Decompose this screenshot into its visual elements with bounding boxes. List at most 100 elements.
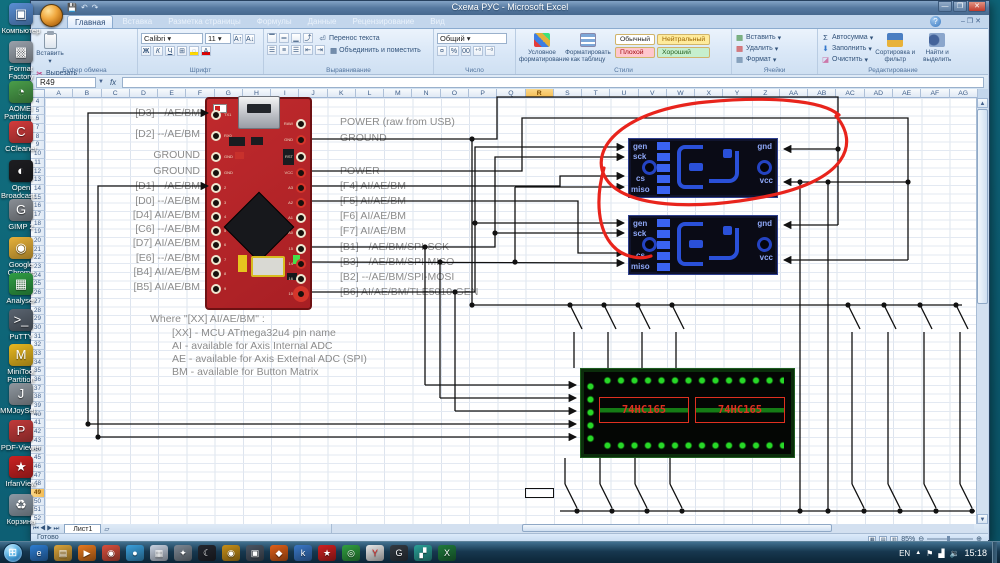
scroll-up-icon[interactable]: ▲: [977, 98, 988, 108]
taskbar-item-blue-k[interactable]: k: [294, 545, 312, 561]
cell-style-Хороший[interactable]: Хороший: [657, 47, 710, 58]
vertical-scroll-thumb[interactable]: [977, 109, 988, 304]
undo-icon[interactable]: ↶: [81, 3, 88, 12]
volume-icon[interactable]: 🔉: [950, 549, 960, 558]
tab-Вид[interactable]: Вид: [423, 15, 451, 28]
desktop-icon-analyser[interactable]: ▦Analyser: [0, 273, 42, 305]
align-center-icon[interactable]: ≡: [279, 45, 289, 55]
sort-filter-button[interactable]: Сортировка и фильтр: [873, 31, 917, 63]
font-color-button[interactable]: А: [201, 46, 211, 56]
column-header-M[interactable]: M: [384, 89, 412, 98]
tab-Вставка[interactable]: Вставка: [115, 15, 159, 28]
column-header-X[interactable]: X: [695, 89, 723, 98]
taskbar-item-yandex[interactable]: Y: [366, 545, 384, 561]
column-header-Y[interactable]: Y: [723, 89, 751, 98]
maximize-button[interactable]: ❐: [953, 1, 967, 12]
clear-button[interactable]: ◪Очистить ▾: [821, 55, 873, 64]
name-box[interactable]: R49: [36, 77, 96, 88]
taskbar-item-teal-tool[interactable]: ▞: [414, 545, 432, 561]
taskbar-item-gray-tool[interactable]: ✦: [174, 545, 192, 561]
zoom-slider[interactable]: [927, 538, 973, 540]
column-header-D[interactable]: D: [130, 89, 158, 98]
vertical-scrollbar[interactable]: ▲ ▼: [976, 98, 988, 524]
column-header-AG[interactable]: AG: [950, 89, 978, 98]
desktop-icon-aomei-partition[interactable]: ◔AOMEI Partition...: [0, 81, 42, 121]
align-top-icon[interactable]: ▔: [267, 33, 277, 43]
desktop-icon-open-broadcaster[interactable]: ◐Open Broadcast...: [0, 160, 42, 200]
grow-font-button[interactable]: A↑: [233, 34, 243, 44]
underline-button[interactable]: Ч: [165, 46, 175, 56]
borders-button[interactable]: ⊞: [177, 46, 187, 56]
taskbar-item-gif-tool[interactable]: G: [390, 545, 408, 561]
desktop-icon-gimp[interactable]: GGIMP 2: [0, 199, 42, 231]
sheet-tab[interactable]: Лист1: [64, 524, 101, 533]
network-icon[interactable]: ▟: [938, 549, 944, 558]
increase-decimal-icon[interactable]: ⁺⁰: [473, 46, 483, 56]
redo-icon[interactable]: ↷: [92, 3, 99, 12]
desktop-icon-irfanview[interactable]: ★IrfanView: [0, 456, 42, 488]
find-select-button[interactable]: Найти и выделить: [917, 31, 957, 63]
font-name-select[interactable]: Calibri ▾: [141, 33, 203, 44]
column-header-W[interactable]: W: [667, 89, 695, 98]
tab-Разметка страницы[interactable]: Разметка страницы: [161, 15, 248, 28]
column-header-AF[interactable]: AF: [921, 89, 949, 98]
column-header-O[interactable]: O: [441, 89, 469, 98]
align-right-icon[interactable]: ☰: [291, 45, 301, 55]
column-header-AC[interactable]: AC: [836, 89, 864, 98]
taskbar-item-red-star[interactable]: ★: [318, 545, 336, 561]
cell-style-Плохой[interactable]: Плохой: [615, 47, 655, 58]
workbook-window-controls[interactable]: –❐✕: [961, 17, 983, 25]
language-indicator[interactable]: EN: [899, 549, 910, 558]
taskbar-item-internet-explorer[interactable]: e: [30, 545, 48, 561]
cell-style-Нейтральный[interactable]: Нейтральный: [657, 34, 710, 45]
column-header-C[interactable]: C: [102, 89, 130, 98]
show-desktop-button[interactable]: [992, 542, 997, 563]
percent-icon[interactable]: %: [449, 46, 459, 56]
merge-center-button[interactable]: ▦Объединить и поместить в центре: [330, 46, 422, 55]
taskbar-item-excel[interactable]: X: [438, 545, 456, 561]
tab-Формулы[interactable]: Формулы: [250, 15, 299, 28]
close-button[interactable]: ✕: [968, 1, 986, 12]
shrink-font-button[interactable]: A↓: [245, 34, 255, 44]
taskbar-item-chrome[interactable]: ◉: [102, 545, 120, 561]
column-header-S[interactable]: S: [554, 89, 582, 98]
insert-cells-button[interactable]: ▦Вставить ▾: [735, 33, 814, 42]
action-center-flag-icon[interactable]: ⚑: [926, 549, 933, 558]
minimize-button[interactable]: —: [938, 1, 952, 12]
taskbar-item-notes-app[interactable]: ▦: [150, 545, 168, 561]
decrease-indent-icon[interactable]: ⇤: [303, 45, 313, 55]
column-header-J[interactable]: J: [299, 89, 327, 98]
taskbar-item-gold-gear[interactable]: ◉: [222, 545, 240, 561]
start-button[interactable]: [3, 543, 23, 563]
fill-button[interactable]: ⬇Заполнить ▾: [821, 44, 873, 53]
column-header-G[interactable]: G: [215, 89, 243, 98]
desktop-icon-mmjoyset[interactable]: JMMJoySet...: [0, 383, 42, 415]
comma-icon[interactable]: 00: [461, 46, 471, 56]
column-header-H[interactable]: H: [243, 89, 271, 98]
column-header-K[interactable]: K: [328, 89, 356, 98]
wrap-text-button[interactable]: ⏎Перенос текста: [318, 34, 380, 43]
column-header-A[interactable]: A: [45, 89, 73, 98]
column-header-L[interactable]: L: [356, 89, 384, 98]
autosum-button[interactable]: ΣАвтосумма ▾: [821, 33, 873, 42]
align-middle-icon[interactable]: ═: [279, 33, 289, 43]
format-as-table-button[interactable]: Форматировать как таблицу: [565, 31, 611, 63]
column-header-AA[interactable]: AA: [780, 89, 808, 98]
fill-color-button[interactable]: ◌: [189, 46, 199, 56]
save-icon[interactable]: 💾: [67, 3, 77, 12]
formula-input[interactable]: [122, 77, 984, 88]
column-header-B[interactable]: B: [73, 89, 101, 98]
column-header-F[interactable]: F: [186, 89, 214, 98]
column-header-P[interactable]: P: [469, 89, 497, 98]
delete-cells-button[interactable]: ▦Удалить ▾: [735, 44, 814, 53]
column-header-AE[interactable]: AE: [893, 89, 921, 98]
taskbar-item-dark-moon[interactable]: ☾: [198, 545, 216, 561]
format-cells-button[interactable]: ▦Формат ▾: [735, 55, 814, 64]
taskbar-item-orange-flame[interactable]: ◆: [270, 545, 288, 561]
namebox-dropdown-icon[interactable]: ▼: [98, 79, 104, 85]
tray-expand-icon[interactable]: ▲: [915, 550, 921, 556]
column-header-R[interactable]: R: [526, 89, 554, 98]
column-header-U[interactable]: U: [610, 89, 638, 98]
desktop-icon-recycle-bin[interactable]: ♻Корзина: [0, 494, 42, 526]
cell-style-Обычный[interactable]: Обычный: [615, 34, 655, 45]
